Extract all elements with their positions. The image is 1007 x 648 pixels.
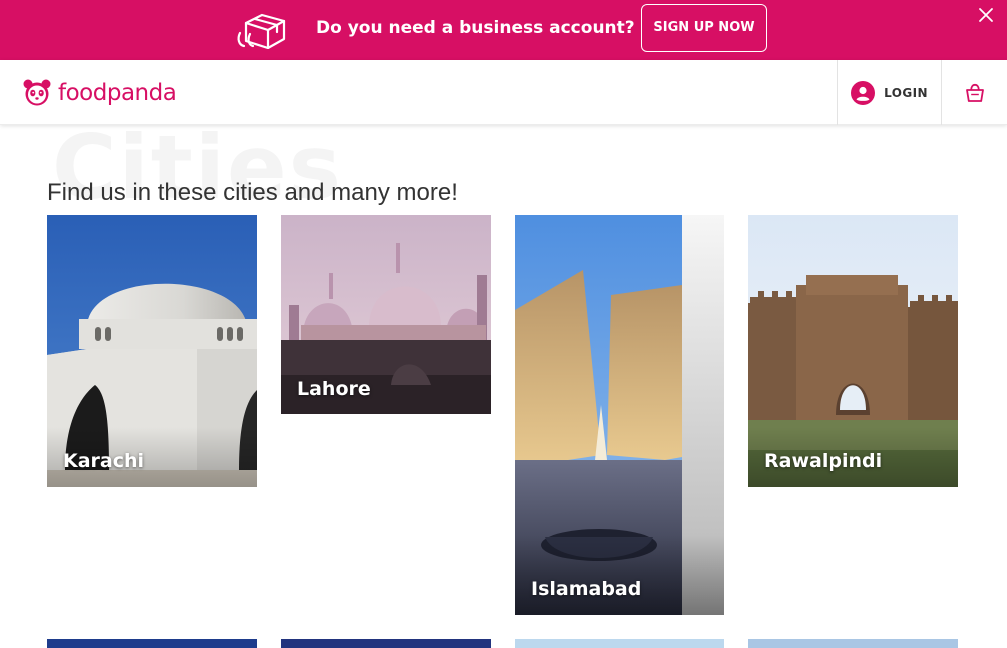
login-button[interactable]: LOGIN (838, 60, 941, 125)
shopping-bag-icon (965, 83, 984, 102)
panda-logo-icon (23, 79, 51, 106)
brand-logo[interactable]: foodpanda (22, 77, 177, 109)
city-card-islamabad[interactable]: Islamabad (515, 215, 724, 615)
login-label: LOGIN (884, 85, 928, 100)
city-card-partial[interactable] (281, 639, 491, 648)
card-shade (515, 535, 724, 615)
city-card-partial[interactable] (515, 639, 724, 648)
sign-up-button[interactable]: SIGN UP NOW (641, 4, 767, 52)
promo-text: Do you need a business account? (316, 18, 635, 38)
city-card-partial[interactable] (748, 639, 958, 648)
city-card-karachi[interactable]: Karachi (47, 215, 257, 487)
business-box-icon (237, 13, 286, 49)
city-name: Rawalpindi (764, 450, 883, 472)
cart-button[interactable] (942, 60, 1007, 125)
business-promo-banner: Do you need a business account? SIGN UP … (0, 0, 1007, 60)
user-icon (851, 80, 876, 105)
section-subtitle: Find us in these cities and many more! (47, 179, 458, 206)
city-card-partial[interactable] (47, 639, 257, 648)
city-name: Lahore (297, 378, 371, 400)
city-name: Karachi (63, 450, 145, 472)
city-name: Islamabad (531, 578, 642, 600)
close-icon[interactable] (977, 6, 995, 24)
brand-name: foodpanda (58, 80, 177, 106)
city-card-lahore[interactable]: Lahore (281, 215, 491, 414)
city-card-rawalpindi[interactable]: Rawalpindi (748, 215, 958, 487)
